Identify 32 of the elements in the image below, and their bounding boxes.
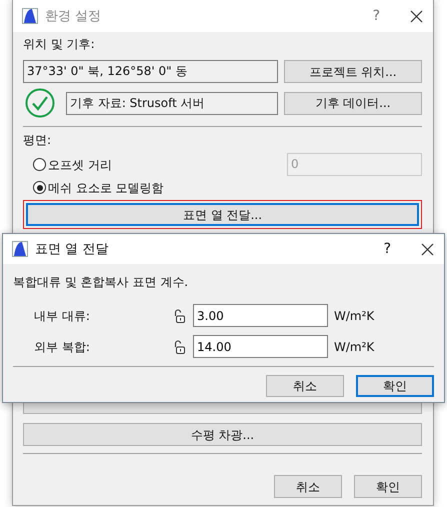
close-icon[interactable] — [421, 242, 434, 256]
project-location-button[interactable]: 프로젝트 위치... — [284, 60, 422, 83]
app-icon — [12, 241, 28, 257]
value-input[interactable]: 3.00 — [193, 304, 328, 327]
field-label: 외부 복합: — [34, 338, 91, 354]
close-icon[interactable] — [410, 10, 423, 22]
description-text: 복합대류 및 혼합복사 표면 계수. — [13, 274, 190, 290]
check-circle-icon — [25, 88, 55, 118]
dialog-button[interactable]: 취소 — [274, 475, 342, 498]
surface-heat-button[interactable]: 표면 열 전달... — [26, 203, 419, 226]
window-title: 표면 열 전달 — [35, 241, 110, 258]
horizontal-shading-button[interactable]: 수평 차광... — [23, 423, 422, 446]
climate-data-button[interactable]: 기후 데이터... — [284, 92, 422, 114]
help-button[interactable]: ? — [380, 241, 395, 257]
field-label: 내부 대류: — [34, 308, 91, 324]
radio-option[interactable]: 오프셋 거리 — [33, 154, 112, 175]
dialog-button[interactable]: 확인 — [354, 475, 422, 498]
coordinates-field: 37°33' 0" 북, 126°58' 0" 동 — [23, 60, 278, 83]
climate-source-field: 기후 자료: Strusoft 서버 — [66, 92, 278, 114]
section-label: 위치 및 기후: — [23, 36, 96, 53]
dialog-button[interactable]: 취소 — [266, 375, 344, 397]
value-input[interactable]: 14.00 — [193, 335, 328, 358]
radio-option[interactable]: 메쉬 요소로 모델링함 — [33, 177, 422, 198]
app-icon — [22, 8, 38, 24]
window-title: 환경 설정 — [45, 8, 102, 25]
unit-label: W/m²K — [334, 308, 374, 324]
dialog-button[interactable]: 확인 — [356, 375, 434, 397]
unit-label: W/m²K — [334, 338, 374, 354]
unlocked-padlock-icon[interactable] — [174, 308, 185, 322]
section-label: 평면: — [23, 132, 52, 149]
help-button[interactable]: ? — [368, 8, 384, 24]
unlocked-padlock-icon[interactable] — [174, 340, 185, 354]
